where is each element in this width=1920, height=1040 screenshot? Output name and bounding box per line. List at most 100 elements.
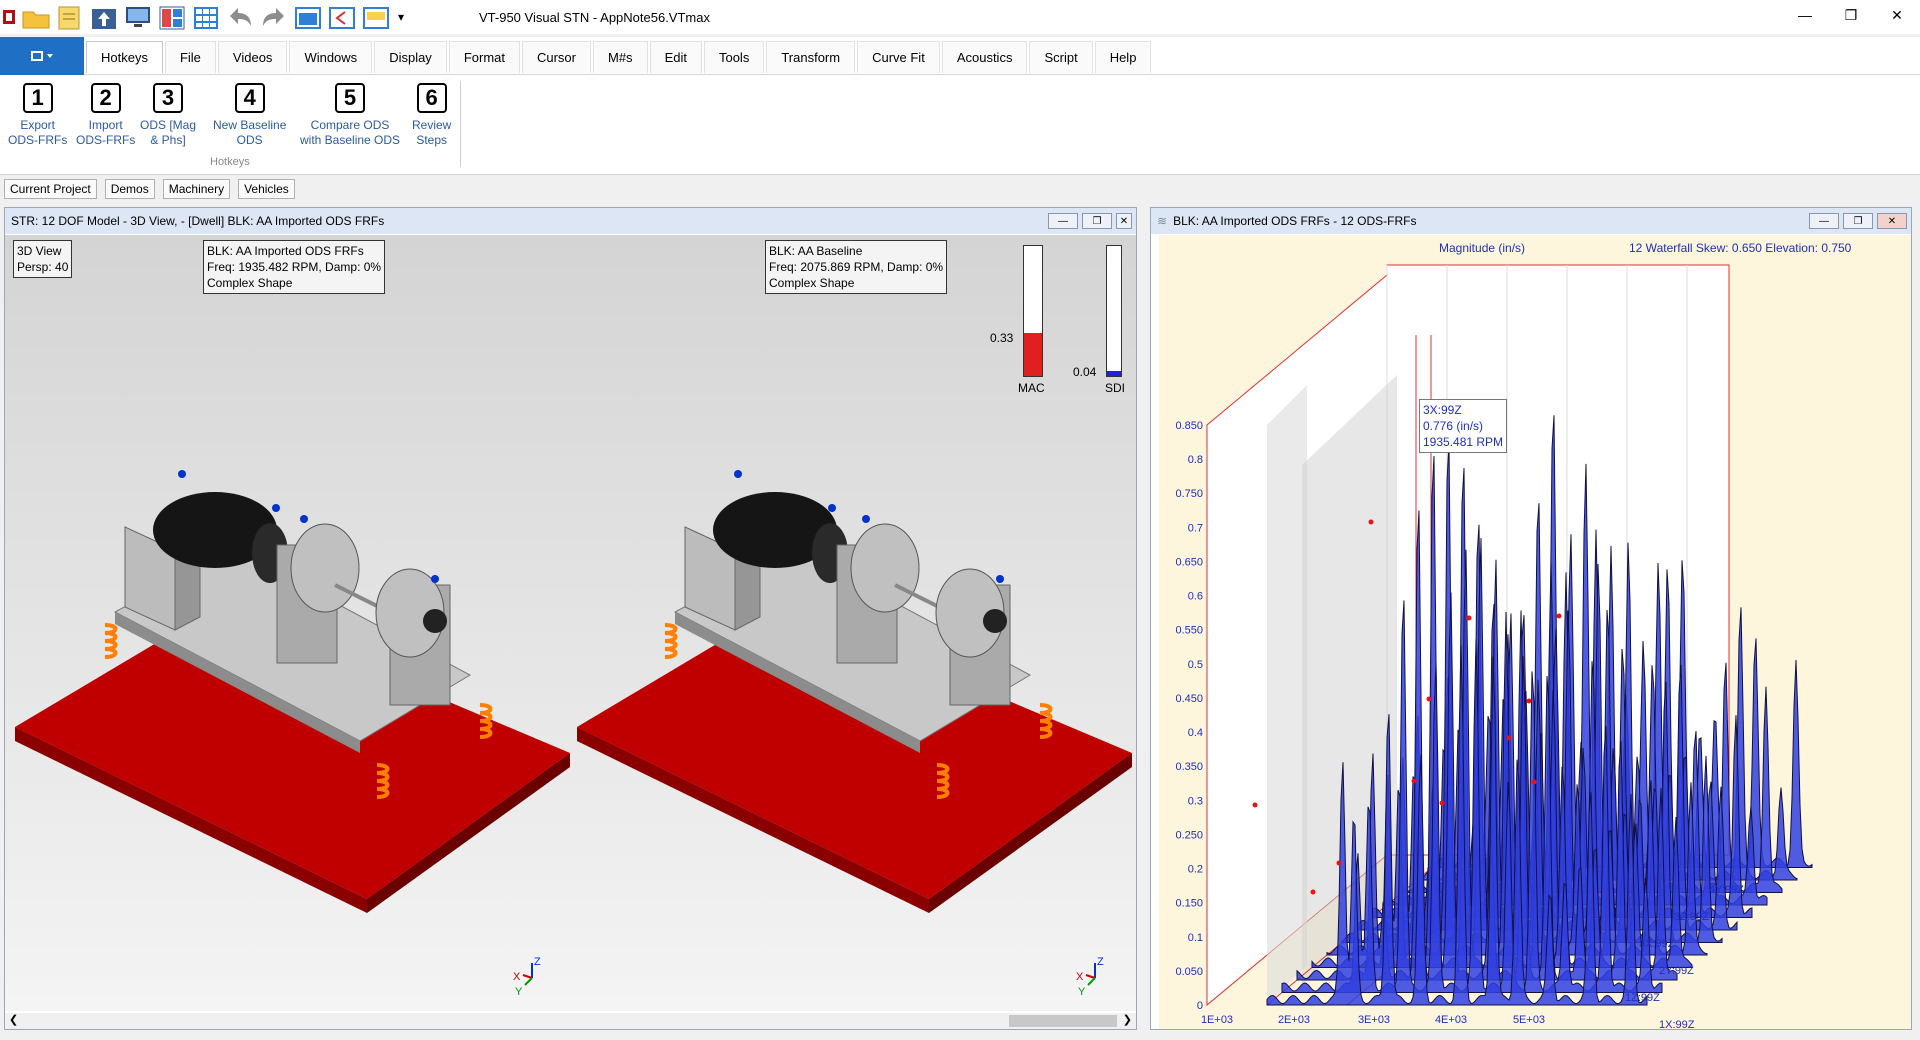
hotkey-label-line2: ODS xyxy=(236,133,263,147)
monitor-icon[interactable] xyxy=(122,2,154,32)
right-axis-triad: Z X Y xyxy=(1076,956,1104,998)
left-hub xyxy=(423,609,447,633)
hotkey-5-button[interactable]: 5 Compare ODS with Baseline ODS xyxy=(300,83,400,148)
scroll-right-icon[interactable]: ❯ xyxy=(1123,1013,1132,1026)
project-tab-demos[interactable]: Demos xyxy=(104,179,155,199)
left-y-label: Y xyxy=(515,986,523,998)
y-tick-label: 0 xyxy=(1197,1000,1203,1012)
structure-window-title: STR: 12 DOF Model - 3D View, - [Dwell] B… xyxy=(11,214,385,228)
grid-icon[interactable] xyxy=(190,2,222,32)
mac-bar-fill xyxy=(1024,333,1042,376)
ribbon-panel: 1 Export ODS-FRFs 2 Import ODS-FRFs 3 ODS [Mag &… xyxy=(0,75,1920,175)
imported-shape-freq: Freq: 1935.482 RPM, Damp: 0% xyxy=(207,260,382,274)
notes-icon[interactable] xyxy=(54,2,86,32)
hotkey-label-line2: ODS-FRFs xyxy=(8,133,68,147)
y-tick-label: 0.350 xyxy=(1175,761,1203,773)
waterfall-chart: 0.850 0.8 0.750 0.7 0.650 0.6 0.550 0.5 0.450 0.4… xyxy=(1175,264,1813,1029)
sdi-value: 0.04 xyxy=(1073,365,1097,379)
right-hub xyxy=(983,609,1007,633)
close-button[interactable]: ✕ xyxy=(1874,0,1920,30)
back-window-icon[interactable] xyxy=(326,2,358,32)
tab-cursor[interactable]: Cursor xyxy=(521,41,591,73)
hotkey-4-button[interactable]: 4 New Baseline ODS xyxy=(213,83,286,148)
right-model xyxy=(577,470,1132,913)
minimize-button[interactable]: — xyxy=(1782,0,1828,30)
y-tick-label: 0.1 xyxy=(1188,932,1203,944)
y-tick-label: 0.850 xyxy=(1175,420,1203,432)
tab-file[interactable]: File xyxy=(164,41,216,73)
quick-access-toolbar: ▾ xyxy=(0,0,410,34)
restore-window-button[interactable]: ❐ xyxy=(1082,213,1112,229)
hotkey-1-button[interactable]: 1 Export ODS-FRFs xyxy=(8,83,67,148)
minimize-window-button[interactable]: — xyxy=(1048,213,1078,229)
x-axis-label: RPM xyxy=(1402,1028,1426,1029)
window-icon[interactable] xyxy=(292,2,324,32)
tab-format[interactable]: Format xyxy=(448,41,520,73)
left-model xyxy=(15,470,570,913)
scroll-thumb[interactable] xyxy=(1009,1015,1117,1027)
chart-shade-band xyxy=(1302,375,1397,985)
restore-button[interactable]: ❐ xyxy=(1828,0,1874,30)
3d-viewport[interactable]: Z X Y Z X Y 3D View Persp: 40 BLK: AA Im… xyxy=(5,235,1136,1011)
baseline-shape-freq: Freq: 2075.869 RPM, Damp: 0% xyxy=(769,260,944,274)
close-window-button[interactable]: ✕ xyxy=(1877,213,1907,229)
channel-label: 3X:99Z xyxy=(1639,938,1675,950)
restore-window-button[interactable]: ❐ xyxy=(1843,213,1873,229)
mac-bar xyxy=(1023,245,1043,377)
view-persp: Persp: 40 xyxy=(17,260,69,274)
hotkey-number: 6 xyxy=(416,83,447,113)
y-tick-label: 0.150 xyxy=(1175,898,1203,910)
app-menu-icon xyxy=(31,51,53,61)
tab-windows[interactable]: Windows xyxy=(289,41,373,73)
tab-videos[interactable]: Videos xyxy=(217,41,288,73)
tab-m-s[interactable]: M#s xyxy=(593,41,648,73)
tab-hotkeys[interactable]: Hotkeys xyxy=(86,41,163,73)
cursor-readout: 3X:99Z 0.776 (in/s) 1935.481 RPM xyxy=(1419,399,1508,453)
peak-marker xyxy=(1506,735,1512,741)
tab-script[interactable]: Script xyxy=(1029,41,1093,73)
tab-edit[interactable]: Edit xyxy=(649,41,702,73)
app-menu-button[interactable] xyxy=(0,37,84,75)
view-mode: 3D View xyxy=(17,244,62,258)
cursor-readout-channel: 3X:99Z xyxy=(1423,403,1462,417)
project-tab-machinery[interactable]: Machinery xyxy=(162,179,231,199)
layout-icon[interactable] xyxy=(156,2,188,32)
window-yellow-icon[interactable] xyxy=(360,2,392,32)
title-bar: ▾ VT-950 Visual STN - AppNote56.VTmax — … xyxy=(0,0,1920,34)
horizontal-scrollbar[interactable]: ❮ ❯ xyxy=(5,1013,1136,1029)
sdi-bar-fill xyxy=(1107,370,1121,376)
tab-transform[interactable]: Transform xyxy=(766,41,856,73)
structure-window: STR: 12 DOF Model - 3D View, - [Dwell] B… xyxy=(4,207,1137,1030)
hotkey-6-button[interactable]: 6 Review Steps xyxy=(412,83,451,148)
waterfall-window: ≋ BLK: AA Imported ODS FRFs - 12 ODS-FRF… xyxy=(1150,207,1912,1030)
redo-icon[interactable] xyxy=(258,2,290,32)
hotkey-label-line2: ODS-FRFs xyxy=(76,133,136,147)
left-measure-point xyxy=(272,504,280,512)
project-tab-current-project[interactable]: Current Project xyxy=(4,179,97,199)
y-tick-label: 0.550 xyxy=(1175,625,1203,637)
tab-curve-fit[interactable]: Curve Fit xyxy=(857,41,940,73)
hotkey-label-line1: Compare ODS xyxy=(310,118,390,132)
open-folder-icon[interactable] xyxy=(20,2,52,32)
tab-acoustics[interactable]: Acoustics xyxy=(941,41,1028,73)
right-y-label: Y xyxy=(1078,986,1086,998)
window-controls: — ❐ ✕ xyxy=(1782,0,1920,30)
undo-icon[interactable] xyxy=(224,2,256,32)
customize-dropdown-icon[interactable]: ▾ xyxy=(394,2,408,32)
project-tab-vehicles[interactable]: Vehicles xyxy=(238,179,295,199)
tab-help[interactable]: Help xyxy=(1094,41,1152,73)
tab-tools[interactable]: Tools xyxy=(703,41,765,73)
peak-marker xyxy=(1310,889,1316,895)
mac-label: MAC xyxy=(1018,381,1045,395)
close-window-button[interactable]: ✕ xyxy=(1116,213,1132,229)
hotkey-2-button[interactable]: 2 Import ODS-FRFs xyxy=(76,83,135,148)
upload-icon[interactable] xyxy=(88,2,120,32)
scroll-left-icon[interactable]: ❮ xyxy=(9,1013,18,1026)
hotkey-number: 1 xyxy=(22,83,53,113)
y-tick-label: 0.750 xyxy=(1175,488,1203,500)
waterfall-plot-area[interactable]: Magnitude (in/s) 12 Waterfall Skew: 0.65… xyxy=(1159,235,1911,1029)
hotkey-3-button[interactable]: 3 ODS [Mag & Phs] xyxy=(140,83,196,148)
minimize-window-button[interactable]: — xyxy=(1809,213,1839,229)
tab-display[interactable]: Display xyxy=(374,41,447,73)
app-logo-icon[interactable] xyxy=(0,2,18,32)
